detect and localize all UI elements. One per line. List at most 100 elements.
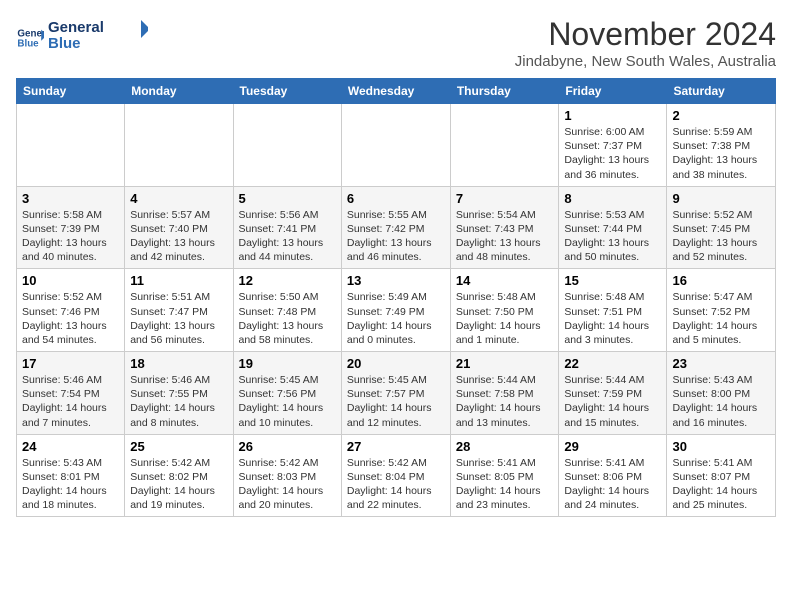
day-detail: Sunrise: 5:43 AM Sunset: 8:01 PM Dayligh… [22,456,119,513]
day-cell: 20 Sunrise: 5:45 AM Sunset: 7:57 PM Dayli… [341,352,450,435]
day-number: 25 [130,439,227,454]
svg-text:Blue: Blue [17,38,39,49]
day-cell: 6 Sunrise: 5:55 AM Sunset: 7:42 PM Daylig… [341,186,450,269]
weekday-header-monday: Monday [125,79,233,104]
day-cell: 23 Sunrise: 5:43 AM Sunset: 8:00 PM Dayli… [667,352,776,435]
day-cell: 14 Sunrise: 5:48 AM Sunset: 7:50 PM Dayli… [450,269,559,352]
day-detail: Sunrise: 5:54 AM Sunset: 7:43 PM Dayligh… [456,208,554,265]
day-number: 9 [672,191,770,206]
day-number: 22 [564,356,661,371]
day-detail: Sunrise: 5:59 AM Sunset: 7:38 PM Dayligh… [672,125,770,182]
logo-svg: General Blue [48,16,148,54]
day-cell: 27 Sunrise: 5:42 AM Sunset: 8:04 PM Dayli… [341,434,450,517]
location-title: Jindabyne, New South Wales, Australia [515,53,776,70]
day-number: 21 [456,356,554,371]
day-cell: 2 Sunrise: 5:59 AM Sunset: 7:38 PM Daylig… [667,104,776,187]
day-detail: Sunrise: 5:41 AM Sunset: 8:07 PM Dayligh… [672,456,770,513]
day-detail: Sunrise: 5:46 AM Sunset: 7:54 PM Dayligh… [22,373,119,430]
day-cell: 4 Sunrise: 5:57 AM Sunset: 7:40 PM Daylig… [125,186,233,269]
day-detail: Sunrise: 5:44 AM Sunset: 7:58 PM Dayligh… [456,373,554,430]
logo-icon: General Blue [16,24,44,52]
day-detail: Sunrise: 5:51 AM Sunset: 7:47 PM Dayligh… [130,290,227,347]
day-cell: 17 Sunrise: 5:46 AM Sunset: 7:54 PM Dayli… [17,352,125,435]
day-cell: 18 Sunrise: 5:46 AM Sunset: 7:55 PM Dayli… [125,352,233,435]
day-number: 12 [239,273,336,288]
day-detail: Sunrise: 5:56 AM Sunset: 7:41 PM Dayligh… [239,208,336,265]
day-number: 20 [347,356,445,371]
day-cell: 22 Sunrise: 5:44 AM Sunset: 7:59 PM Dayli… [559,352,667,435]
day-number: 11 [130,273,227,288]
weekday-header-thursday: Thursday [450,79,559,104]
day-cell: 16Sunrise: 5:47 AM Sunset: 7:52 PM Dayli… [667,269,776,352]
day-cell: 21 Sunrise: 5:44 AM Sunset: 7:58 PM Dayli… [450,352,559,435]
day-detail: Sunrise: 5:42 AM Sunset: 8:04 PM Dayligh… [347,456,445,513]
month-title: November 2024 [515,16,776,53]
weekday-header-sunday: Sunday [17,79,125,104]
day-number: 24 [22,439,119,454]
day-detail: Sunrise: 5:41 AM Sunset: 8:06 PM Dayligh… [564,456,661,513]
day-number: 8 [564,191,661,206]
day-cell: 9Sunrise: 5:52 AM Sunset: 7:45 PM Daylig… [667,186,776,269]
day-number: 4 [130,191,227,206]
day-cell: 25 Sunrise: 5:42 AM Sunset: 8:02 PM Dayli… [125,434,233,517]
day-number: 1 [564,108,661,123]
day-detail: Sunrise: 5:58 AM Sunset: 7:39 PM Dayligh… [22,208,119,265]
day-detail: Sunrise: 5:50 AM Sunset: 7:48 PM Dayligh… [239,290,336,347]
day-cell: 12 Sunrise: 5:50 AM Sunset: 7:48 PM Dayli… [233,269,341,352]
day-detail: Sunrise: 5:41 AM Sunset: 8:05 PM Dayligh… [456,456,554,513]
day-detail: Sunrise: 5:48 AM Sunset: 7:51 PM Dayligh… [564,290,661,347]
week-row-1: 1 Sunrise: 6:00 AM Sunset: 7:37 PM Daylig… [17,104,776,187]
svg-text:Blue: Blue [48,35,81,52]
day-number: 14 [456,273,554,288]
day-number: 6 [347,191,445,206]
day-cell: 7 Sunrise: 5:54 AM Sunset: 7:43 PM Daylig… [450,186,559,269]
day-cell: 19Sunrise: 5:45 AM Sunset: 7:56 PM Dayli… [233,352,341,435]
weekday-header-saturday: Saturday [667,79,776,104]
day-number: 23 [672,356,770,371]
week-row-2: 3 Sunrise: 5:58 AM Sunset: 7:39 PM Daylig… [17,186,776,269]
day-cell: 29 Sunrise: 5:41 AM Sunset: 8:06 PM Dayli… [559,434,667,517]
day-detail: Sunrise: 5:55 AM Sunset: 7:42 PM Dayligh… [347,208,445,265]
day-detail: Sunrise: 5:45 AM Sunset: 7:57 PM Dayligh… [347,373,445,430]
day-number: 2 [672,108,770,123]
svg-text:General: General [48,19,104,36]
day-detail: Sunrise: 5:53 AM Sunset: 7:44 PM Dayligh… [564,208,661,265]
weekday-header-friday: Friday [559,79,667,104]
weekday-header-tuesday: Tuesday [233,79,341,104]
day-detail: Sunrise: 5:42 AM Sunset: 8:02 PM Dayligh… [130,456,227,513]
day-cell [17,104,125,187]
day-number: 15 [564,273,661,288]
day-cell: 26Sunrise: 5:42 AM Sunset: 8:03 PM Dayli… [233,434,341,517]
title-area: November 2024 Jindabyne, New South Wales… [515,16,776,70]
day-cell [450,104,559,187]
day-number: 18 [130,356,227,371]
day-detail: Sunrise: 5:45 AM Sunset: 7:56 PM Dayligh… [239,373,336,430]
day-detail: Sunrise: 5:48 AM Sunset: 7:50 PM Dayligh… [456,290,554,347]
day-cell: 15 Sunrise: 5:48 AM Sunset: 7:51 PM Dayli… [559,269,667,352]
day-cell: 3 Sunrise: 5:58 AM Sunset: 7:39 PM Daylig… [17,186,125,269]
day-detail: Sunrise: 5:43 AM Sunset: 8:00 PM Dayligh… [672,373,770,430]
day-detail: Sunrise: 6:00 AM Sunset: 7:37 PM Dayligh… [564,125,661,182]
day-number: 17 [22,356,119,371]
week-row-5: 24 Sunrise: 5:43 AM Sunset: 8:01 PM Dayli… [17,434,776,517]
day-detail: Sunrise: 5:46 AM Sunset: 7:55 PM Dayligh… [130,373,227,430]
header: General Blue General Blue November 2024 … [16,16,776,70]
day-number: 3 [22,191,119,206]
day-detail: Sunrise: 5:52 AM Sunset: 7:46 PM Dayligh… [22,290,119,347]
logo: General Blue General Blue [16,16,148,59]
day-detail: Sunrise: 5:44 AM Sunset: 7:59 PM Dayligh… [564,373,661,430]
calendar-table: SundayMondayTuesdayWednesdayThursdayFrid… [16,78,776,517]
day-number: 10 [22,273,119,288]
day-number: 27 [347,439,445,454]
day-detail: Sunrise: 5:57 AM Sunset: 7:40 PM Dayligh… [130,208,227,265]
day-cell [341,104,450,187]
day-cell: 5Sunrise: 5:56 AM Sunset: 7:41 PM Daylig… [233,186,341,269]
day-number: 16 [672,273,770,288]
day-number: 29 [564,439,661,454]
day-number: 7 [456,191,554,206]
week-row-3: 10 Sunrise: 5:52 AM Sunset: 7:46 PM Dayli… [17,269,776,352]
day-cell: 11 Sunrise: 5:51 AM Sunset: 7:47 PM Dayli… [125,269,233,352]
day-cell: 8 Sunrise: 5:53 AM Sunset: 7:44 PM Daylig… [559,186,667,269]
day-number: 26 [239,439,336,454]
weekday-header-wednesday: Wednesday [341,79,450,104]
